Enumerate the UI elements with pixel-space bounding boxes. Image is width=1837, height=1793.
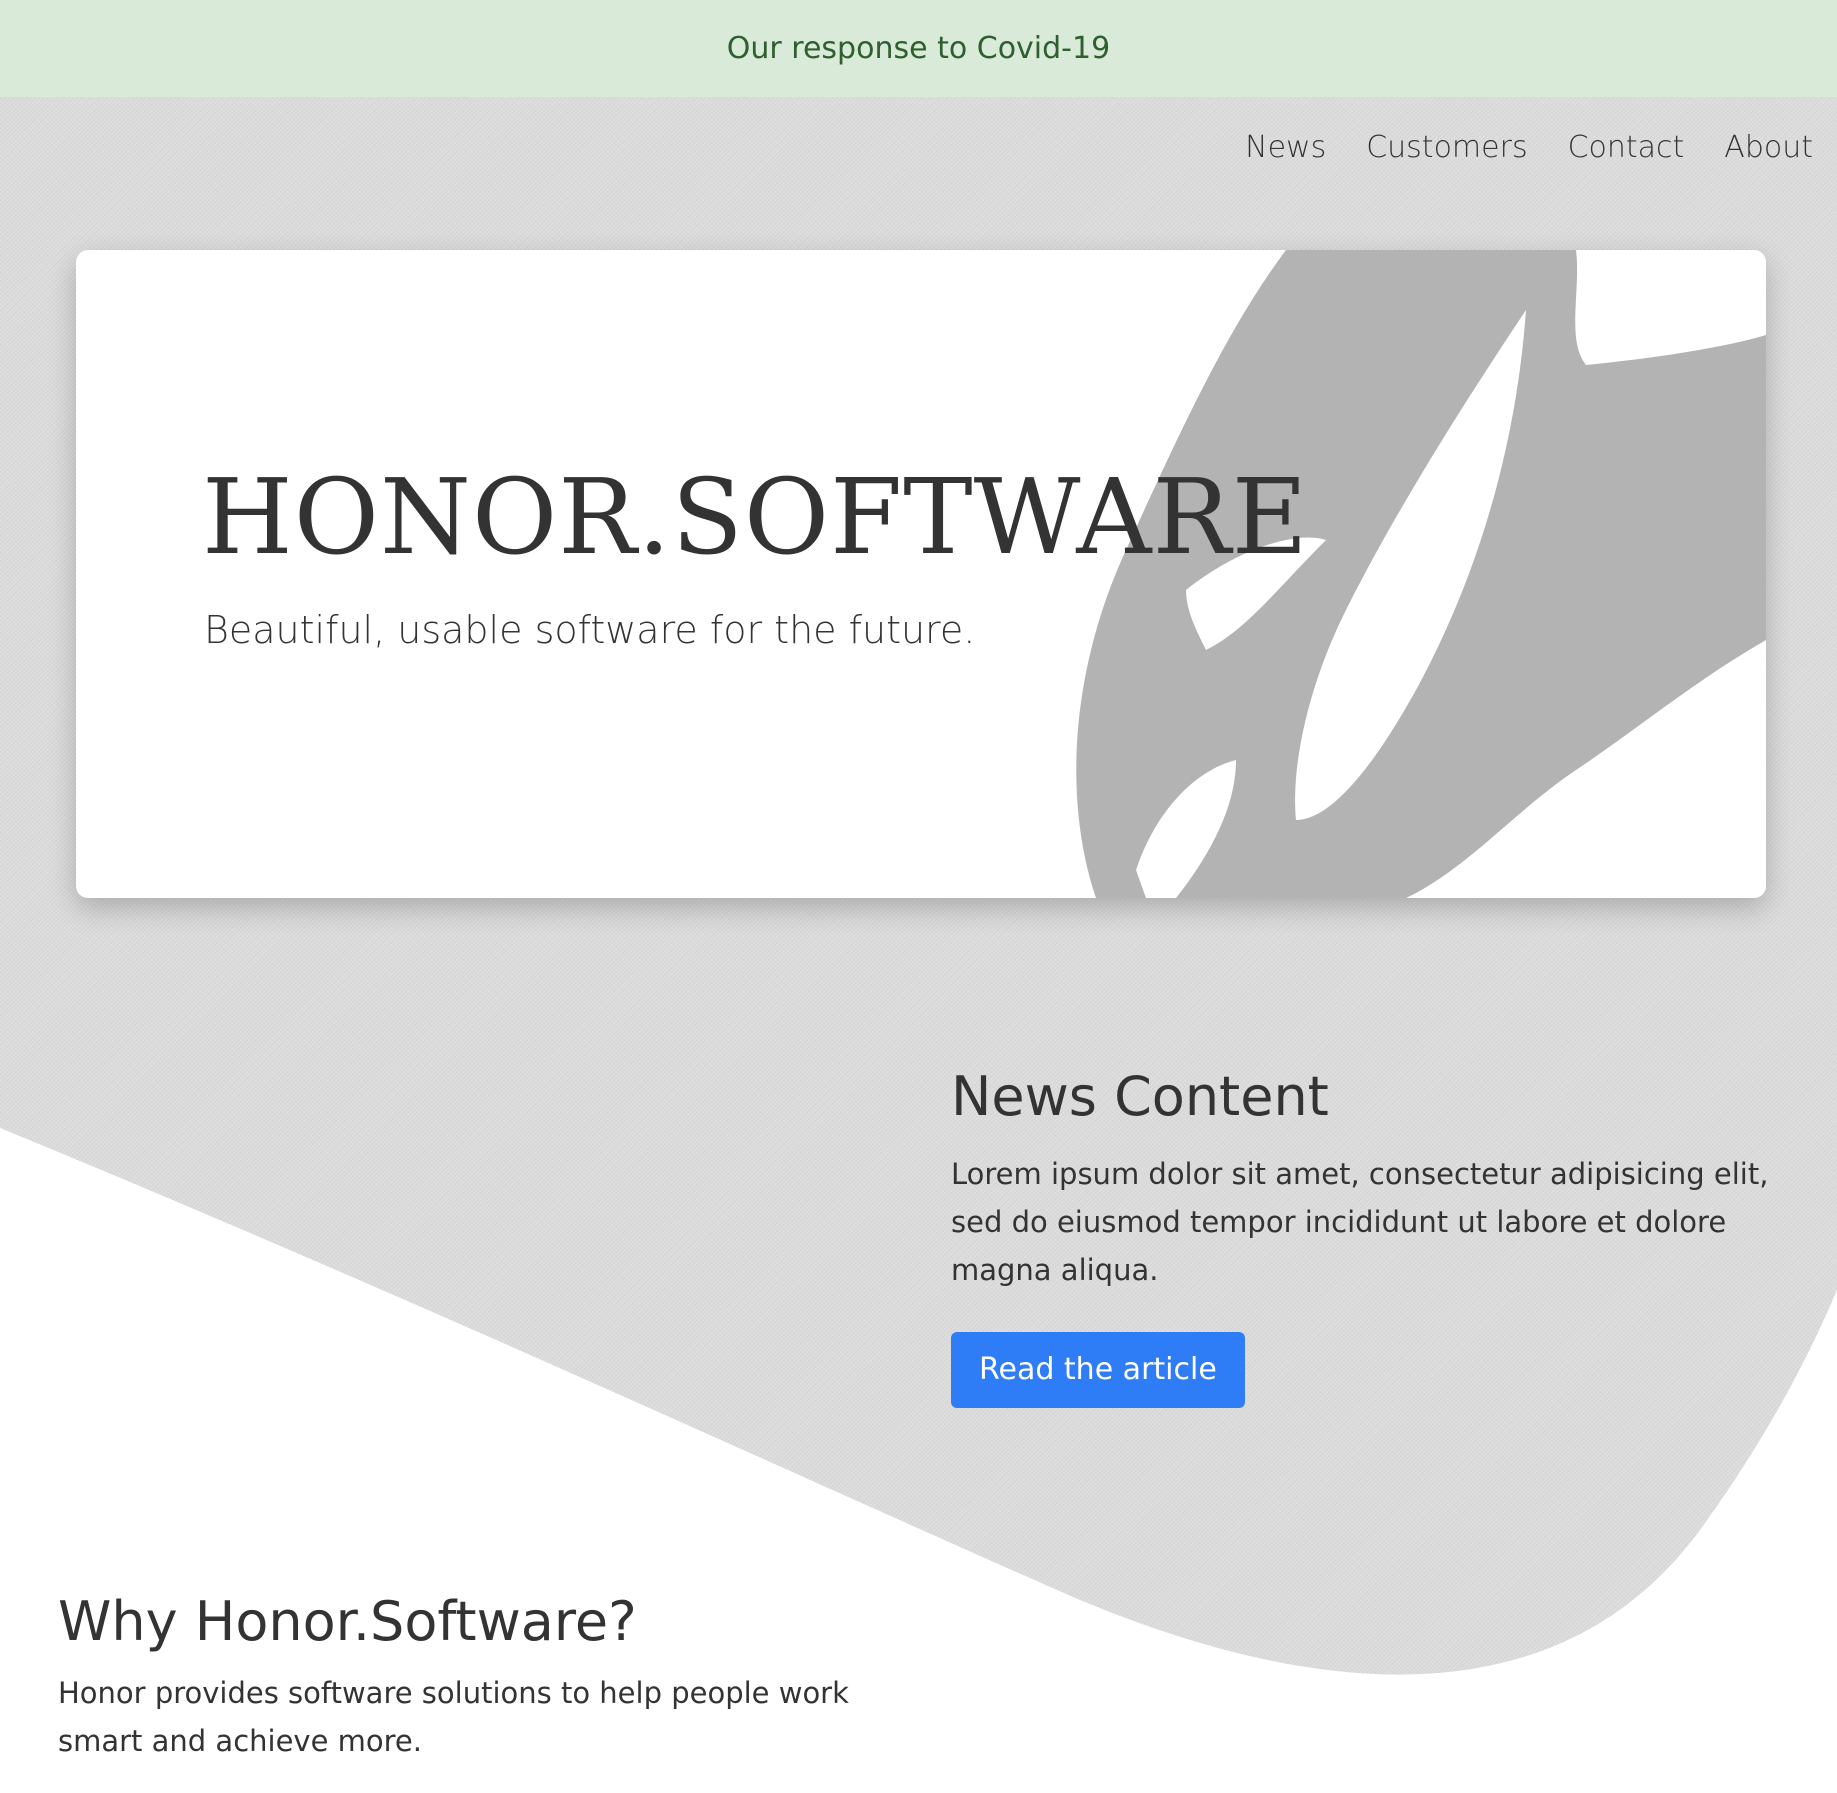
top-nav: News Customers Contact About: [1245, 130, 1813, 165]
news-section: News Content Lorem ipsum dolor sit amet,…: [951, 1065, 1771, 1408]
why-section: Why Honor.Software? Honor provides softw…: [58, 1590, 918, 1765]
news-body: Lorem ipsum dolor sit amet, consectetur …: [951, 1157, 1769, 1287]
covid-response-link[interactable]: Our response to Covid-19: [727, 31, 1110, 66]
nav-link-news[interactable]: News: [1245, 130, 1326, 165]
nav-link-contact[interactable]: Contact: [1568, 130, 1685, 165]
covid-banner: Our response to Covid-19: [0, 0, 1837, 97]
news-heading: News Content: [951, 1065, 1329, 1128]
hero-subtitle: Beautiful, usable software for the futur…: [204, 608, 976, 652]
why-body: Honor provides software solutions to hel…: [58, 1676, 849, 1758]
nav-link-customers[interactable]: Customers: [1366, 130, 1527, 165]
hero-title: HONOR.SOFTWARE: [202, 456, 1309, 578]
why-heading: Why Honor.Software?: [58, 1590, 637, 1653]
nav-link-about[interactable]: About: [1724, 130, 1813, 165]
hero-card: HONOR.SOFTWARE Beautiful, usable softwar…: [76, 250, 1766, 898]
read-article-button[interactable]: Read the article: [951, 1332, 1245, 1408]
